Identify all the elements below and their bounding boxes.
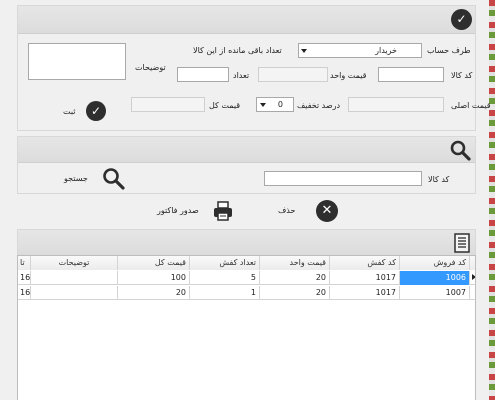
product-code-input[interactable] (378, 67, 444, 82)
cell-extra[interactable]: 16 (18, 271, 30, 285)
original-price-label: قیمت اصلی (451, 101, 491, 110)
column-header-notes[interactable]: توضیحات (30, 256, 117, 270)
cell-total[interactable]: 20 (117, 286, 189, 300)
column-header-shoe-count[interactable]: تعداد کفش (189, 256, 259, 270)
cell-unit-price[interactable]: 20 (259, 271, 329, 285)
print-invoice-label: صدور فاکتور (157, 206, 199, 215)
remaining-label: تعداد باقی مانده از این کالا (193, 46, 282, 55)
entry-panel-header (18, 6, 475, 34)
cell-sale-code[interactable]: 1007 (399, 286, 469, 300)
notes-textarea[interactable] (28, 43, 126, 80)
table-row[interactable]: 16 100 5 20 1017 1006 (18, 271, 475, 285)
unit-price-field (258, 67, 328, 82)
cell-notes[interactable] (30, 271, 117, 285)
quantity-label: تعداد (233, 71, 250, 80)
cell-total[interactable]: 100 (117, 271, 189, 285)
cell-shoe-code[interactable]: 1017 (329, 286, 399, 300)
account-side-combo[interactable]: خریدار (298, 43, 422, 58)
chevron-down-icon[interactable] (260, 103, 266, 107)
grid-panel (17, 229, 476, 256)
total-price-label: قیمت کل (209, 101, 241, 110)
search-product-code-label: کد کالا (428, 175, 450, 184)
sales-table[interactable]: تا توضیحات قیمت کل تعداد کفش قیمت واحد ک… (17, 255, 476, 400)
account-side-value: خریدار (375, 46, 397, 55)
cell-extra[interactable]: 16 (18, 286, 30, 300)
search-label: جستجو (64, 174, 88, 183)
register-check-icon[interactable]: ✓ (86, 101, 106, 121)
delete-label: حذف (278, 206, 296, 215)
register-label: ثبت (63, 107, 76, 116)
column-header-shoe-code[interactable]: کد کفش (329, 256, 399, 270)
row-header-corner (469, 256, 475, 270)
search-icon[interactable] (449, 139, 471, 161)
cell-notes[interactable] (30, 286, 117, 300)
confirm-icon[interactable]: ✓ (451, 9, 472, 30)
cell-shoe-code[interactable]: 1017 (329, 271, 399, 285)
column-header-extra[interactable]: تا (18, 256, 30, 270)
document-icon[interactable] (454, 233, 470, 253)
row-header-cell[interactable] (469, 286, 475, 300)
total-price-field (131, 97, 205, 112)
cell-shoe-count[interactable]: 5 (189, 271, 259, 285)
account-side-label: طرف حساب (427, 46, 471, 55)
search-product-code-input[interactable] (264, 171, 422, 186)
delete-button[interactable]: حذف ✕ (258, 197, 346, 225)
chevron-down-icon[interactable] (301, 49, 307, 53)
column-header-sale-code[interactable]: کد فروش (399, 256, 469, 270)
cell-shoe-count[interactable]: 1 (189, 286, 259, 300)
notes-label: توضیحات (135, 63, 166, 72)
print-invoice-button[interactable]: صدور فاکتور (152, 197, 244, 225)
printer-icon (214, 201, 232, 221)
search-panel-header (18, 137, 475, 163)
original-price-field (348, 97, 444, 112)
grid-panel-header (18, 230, 475, 256)
background-window-edge (489, 0, 495, 400)
discount-value: 0 (277, 100, 283, 109)
row-pointer-icon (472, 274, 475, 280)
column-header-unit-price[interactable]: قیمت واحد (259, 256, 329, 270)
table-header-row: تا توضیحات قیمت کل تعداد کفش قیمت واحد ک… (18, 256, 475, 270)
cell-sale-code[interactable]: 1006 (399, 271, 469, 285)
delete-x-icon: ✕ (316, 200, 338, 222)
row-pointer[interactable] (469, 271, 475, 285)
discount-label: درصد تخفیف (297, 101, 341, 110)
search-button-icon[interactable] (101, 166, 125, 190)
quantity-input[interactable] (177, 67, 229, 82)
unit-price-label: قیمت واحد (330, 71, 367, 80)
table-row[interactable]: 16 20 1 20 1017 1007 (18, 286, 475, 300)
product-code-label: کد کالا (451, 71, 473, 80)
cell-unit-price[interactable]: 20 (259, 286, 329, 300)
column-header-total[interactable]: قیمت کل (117, 256, 189, 270)
